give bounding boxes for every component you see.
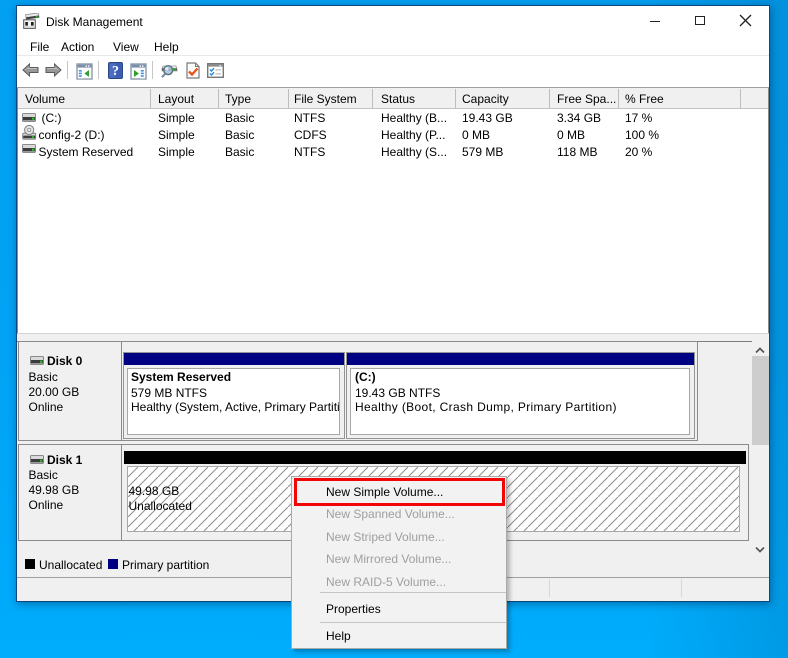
svg-text:?: ? [112, 64, 119, 79]
